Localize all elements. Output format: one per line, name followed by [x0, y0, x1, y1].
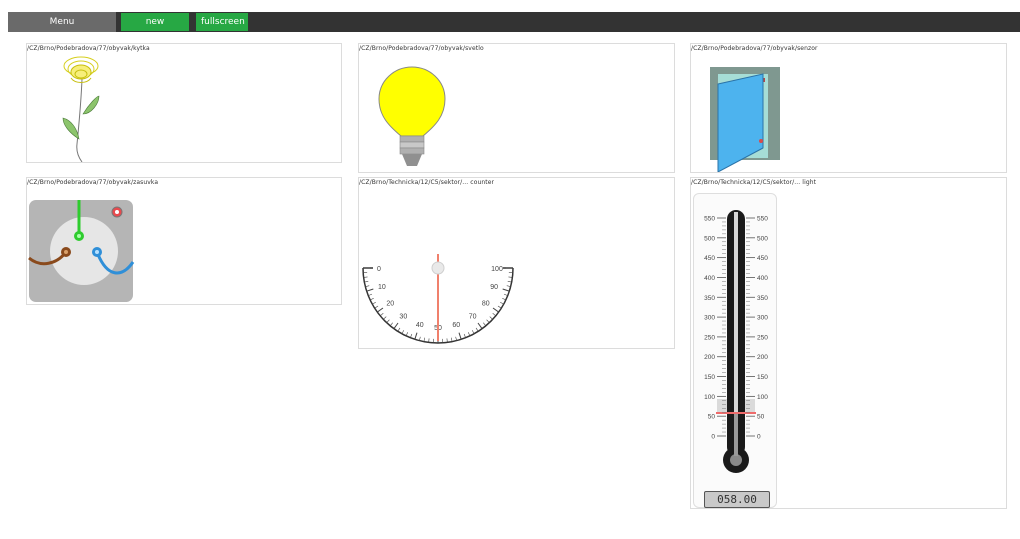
gauge-tick: [389, 322, 393, 326]
thermometer-tick-label-right: 500: [757, 235, 768, 242]
gauge-tick-label: 40: [416, 322, 424, 329]
thermometer-level-shade-right: [745, 399, 755, 414]
thermometer-tick-label-right: 200: [757, 354, 768, 361]
gauge-tick-label: 100: [491, 266, 503, 273]
thermometer-tick-label-right: 150: [757, 374, 768, 381]
gauge-tick: [502, 288, 510, 292]
gauge-tick: [386, 319, 390, 323]
gauge-tick: [372, 301, 376, 305]
thermometer-tick-label-right: 250: [757, 334, 768, 341]
gauge-tick-label: 60: [452, 322, 460, 329]
widget-light[interactable]: /CZ/Brno/Technicka/12/C5/sektor/... ligh…: [690, 177, 1007, 509]
gauge-tick: [492, 307, 499, 313]
gauge-tick: [475, 327, 479, 332]
gauge-tick: [401, 330, 405, 334]
gauge-tick-label: 70: [469, 314, 477, 321]
gauge-tick: [502, 297, 506, 301]
gauge-tick: [374, 305, 379, 309]
gauge-tick: [393, 322, 399, 329]
thermometer-tick-label-left: 550: [704, 216, 715, 223]
gauge-tick-label: 90: [490, 284, 498, 291]
thermometer-panel: 550 550 500 500 450 450 400 400 350 350 300 300 250 2…: [693, 193, 777, 508]
gauge-tick: [405, 332, 409, 336]
gauge-tick: [492, 313, 496, 317]
gauge-tick: [451, 337, 453, 342]
thermometer-level-shade-left: [717, 399, 727, 414]
gauge-tick: [489, 316, 493, 320]
open-door-icon: [710, 67, 780, 172]
gauge-tick: [497, 305, 502, 309]
gauge-tick: [463, 333, 466, 338]
light-bulb-icon: [378, 66, 446, 166]
gauge-icon: 1009080706050403020100: [362, 254, 514, 344]
gauge-tick-label: 20: [386, 301, 394, 308]
gauge-tick: [423, 337, 425, 342]
gauge-tick: [471, 330, 475, 334]
gauge-knob: [431, 261, 445, 275]
gauge-tick: [365, 285, 370, 287]
gauge-tick-label: 30: [399, 314, 407, 321]
widget-svetlo[interactable]: /CZ/Brno/Podebradova/77/obyvak/svetlo: [358, 43, 675, 173]
thermometer-tick-label-left: 100: [704, 394, 715, 401]
thermometer-tick-label-left: 0: [711, 434, 715, 441]
widget-zasuvka[interactable]: /CZ/Brno/Podebradova/77/obyvak/zasuvka: [26, 177, 342, 305]
gauge-tick: [455, 336, 457, 341]
thermometer-readout: 058.00: [704, 491, 770, 508]
power-socket-icon: [28, 200, 135, 302]
thermometer-tick-label-left: 200: [704, 354, 715, 361]
gauge-tick: [383, 316, 387, 320]
widget-path: /CZ/Brno/Technicka/12/C5/sektor/... ligh…: [691, 179, 817, 186]
gauge-tick: [500, 301, 504, 305]
gauge-tick: [377, 307, 384, 313]
thermometer-tick-label-left: 250: [704, 334, 715, 341]
gauge-tick: [397, 327, 401, 332]
widget-kytka[interactable]: /CZ/Brno/Podebradova/77/obyvak/kytka: [26, 43, 342, 163]
widget-senzor[interactable]: /CZ/Brno/Podebradova/77/obyvak/senzor: [690, 43, 1007, 173]
gauge-tick: [370, 297, 374, 301]
gauge-tick: [368, 293, 373, 296]
thermometer-tick-label-left: 350: [704, 295, 715, 302]
fullscreen-button[interactable]: fullscreen: [196, 13, 248, 31]
thermometer-tick-label-right: 300: [757, 315, 768, 322]
gauge-tick: [506, 285, 511, 287]
thermometer-tick-label-right: 450: [757, 255, 768, 262]
widget-counter[interactable]: /CZ/Brno/Technicka/12/C5/sektor/... coun…: [358, 177, 675, 349]
thermometer-tick-label-right: 0: [757, 434, 761, 441]
gauge-tick: [364, 281, 369, 283]
gauge-tick-label: 80: [482, 301, 490, 308]
gauge-tick: [483, 322, 487, 326]
gauge-tick-label: 10: [378, 284, 386, 291]
thermometer-tick-label-left: 150: [704, 374, 715, 381]
gauge-tick: [486, 319, 490, 323]
gauge-tick: [477, 322, 483, 329]
thermometer-tick-label-right: 550: [757, 216, 768, 223]
gauge-tick: [410, 333, 413, 338]
gauge-tick: [507, 281, 512, 283]
gauge-tick: [503, 293, 508, 296]
thermometer-tick-label-left: 300: [704, 315, 715, 322]
gauge-tick-label: 0: [377, 266, 381, 273]
gauge-tick: [458, 332, 462, 340]
thermometer-tick-label-left: 500: [704, 235, 715, 242]
thermometer-tick-label-right: 350: [757, 295, 768, 302]
thermometer-icon: 550 550500 500450 450400 400350 350300 300250 2…: [704, 210, 768, 473]
thermometer-mercury: [734, 413, 738, 456]
thermometer-tick-label-right: 400: [757, 275, 768, 282]
thermometer-tick-label-right: 100: [757, 394, 768, 401]
new-dashboard-button[interactable]: new dashboard: [121, 13, 189, 45]
gauge-tick: [380, 313, 384, 317]
thermometer-tick-label-left: 450: [704, 255, 715, 262]
gauge-tick: [467, 332, 471, 336]
thermometer-tick-label-right: 50: [757, 414, 765, 421]
gauge-tick: [414, 332, 418, 340]
flower-icon: [62, 56, 100, 162]
thermometer-tick-label-left: 50: [708, 414, 716, 421]
top-navigation-bar: Menu new dashboard fullscreen: [8, 12, 1020, 45]
gauge-tick: [366, 288, 374, 292]
thermometer-tick-label-left: 400: [704, 275, 715, 282]
gauge-tick: [419, 336, 421, 341]
menu-button[interactable]: Menu: [8, 12, 116, 32]
